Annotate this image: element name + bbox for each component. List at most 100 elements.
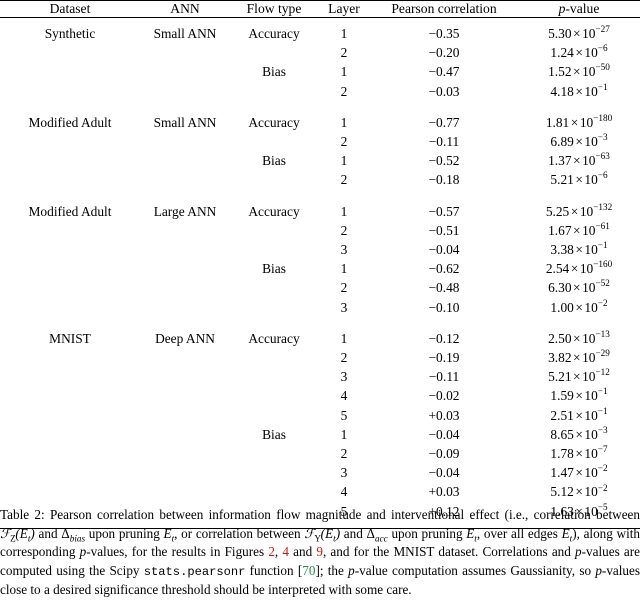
cell-p-value: 1.00 × 10−2 [550, 297, 608, 315]
table-row: Bias 1 −0.47 1.52 × 10−50 [0, 62, 640, 81]
cell-p-value: 1.24 × 10−6 [550, 43, 608, 61]
cell-correlation: −0.04 [428, 242, 460, 258]
cell-ann [140, 221, 230, 240]
figure-ref-2[interactable]: 2 [268, 544, 275, 559]
cell-layer: 1 [340, 203, 348, 219]
cell-layer: 2 [340, 350, 348, 366]
table-body: Synthetic Small ANN Accuracy 1 −0.35 5.30 × 10−… [0, 24, 640, 521]
cell-p-value: 1.78 × 10−7 [550, 444, 608, 462]
cell-p-value: 2.51 × 10−1 [550, 405, 608, 423]
cell-correlation: −0.03 [428, 83, 460, 99]
cell-ann [140, 278, 230, 297]
cell-ann [140, 348, 230, 367]
cell-layer: 3 [340, 369, 348, 385]
math-edge-symbol: Et [19, 525, 31, 544]
cell-dataset: Modified Adult [28, 114, 112, 130]
cell-ann [140, 386, 230, 405]
math-edge-symbol: Et [163, 525, 175, 544]
cell-dataset [0, 240, 140, 259]
cell-ann [140, 425, 230, 444]
cell-correlation: −0.19 [428, 350, 460, 366]
group-spacer [0, 317, 640, 329]
cell-p-value: 1.47 × 10−2 [550, 463, 608, 481]
cell-dataset [0, 259, 140, 278]
math-delta-symbol: Δbias [61, 525, 86, 544]
cell-correlation: −0.62 [428, 261, 460, 277]
cell-p-value: 3.82 × 10−29 [548, 348, 610, 366]
cell-flow-type [230, 367, 318, 386]
figure-ref-9[interactable]: 9 [316, 544, 323, 559]
cell-layer: 4 [340, 484, 348, 500]
col-header-flow-type: Flow type [246, 1, 302, 16]
cell-correlation: −0.09 [428, 446, 460, 462]
cell-ann [140, 482, 230, 501]
cell-correlation: −0.35 [428, 26, 460, 41]
figure-ref-4[interactable]: 4 [282, 544, 289, 559]
cell-ann [140, 62, 230, 81]
table-row: Synthetic Small ANN Accuracy 1 −0.35 5.30 × 10−… [0, 24, 640, 43]
cell-dataset [0, 444, 140, 463]
math-flow-symbol: ℱY [304, 525, 321, 544]
table-row: 3 −0.11 5.21 × 10−12 [0, 367, 640, 386]
math-edge-symbol: Et [325, 525, 336, 544]
cell-flow-type [230, 240, 318, 259]
results-table: Dataset ANN Flow type Layer Pearson corr… [0, 0, 640, 529]
table-row: 3 −0.04 3.38 × 10−1 [0, 240, 640, 259]
cell-flow-type [230, 348, 318, 367]
table-row: Modified Adult Small ANN Accuracy 1 −0.77 1.8… [0, 113, 640, 132]
table-row: Bias 1 −0.52 1.37 × 10−63 [0, 151, 640, 170]
cell-flow-type [230, 298, 318, 317]
math-flow-symbol: ℱZ [0, 525, 16, 544]
cell-dataset [0, 82, 140, 101]
cell-dataset [0, 221, 140, 240]
cell-layer: 3 [340, 465, 348, 481]
cell-correlation: −0.77 [428, 114, 460, 130]
cell-flow-type: Accuracy [248, 330, 300, 346]
cell-correlation: −0.18 [428, 172, 460, 188]
cell-layer: 2 [340, 446, 348, 462]
cell-flow-type [230, 170, 318, 189]
cell-dataset [0, 132, 140, 151]
table-row: 2 −0.19 3.82 × 10−29 [0, 348, 640, 367]
cell-layer: 2 [340, 83, 348, 99]
table-row: 3 −0.04 1.47 × 10−2 [0, 463, 640, 482]
cell-p-value: 5.30 × 10−27 [548, 24, 610, 41]
group-spacer [0, 101, 640, 113]
table-row: Modified Adult Large ANN Accuracy 1 −0.57 5.2… [0, 202, 640, 221]
col-header-pearson-correlation: Pearson correlation [391, 1, 497, 16]
cell-correlation: −0.52 [428, 153, 460, 169]
cell-correlation: −0.11 [428, 369, 460, 385]
cell-dataset [0, 151, 140, 170]
cell-flow-type [230, 444, 318, 463]
cell-correlation: −0.02 [428, 388, 460, 404]
cell-correlation: −0.11 [428, 134, 460, 150]
cell-dataset [0, 43, 140, 62]
cell-dataset [0, 298, 140, 317]
table-header-row: Dataset ANN Flow type Layer Pearson corr… [0, 1, 640, 18]
cell-ann [140, 170, 230, 189]
cell-ann [140, 151, 230, 170]
cell-layer: 5 [340, 407, 348, 423]
cell-p-value: 3.38 × 10−1 [550, 240, 608, 258]
cell-dataset [0, 482, 140, 501]
cell-layer: 3 [340, 242, 348, 258]
table-row: 3 −0.10 1.00 × 10−2 [0, 298, 640, 317]
cell-layer: 2 [340, 45, 348, 61]
cell-p-value: 5.21 × 10−12 [548, 367, 610, 385]
cell-dataset [0, 170, 140, 189]
cell-flow-type: Bias [262, 426, 286, 442]
cell-flow-type: Bias [262, 153, 286, 169]
cell-correlation: −0.47 [428, 64, 460, 80]
cell-ann [140, 406, 230, 425]
cell-flow-type [230, 82, 318, 101]
cell-flow-type [230, 278, 318, 297]
col-header-layer: Layer [328, 1, 360, 16]
math-edge-symbol: Et [561, 525, 573, 544]
cell-flow-type [230, 386, 318, 405]
bib-ref-70[interactable]: 70 [302, 563, 315, 578]
cell-p-value: 8.65 × 10−3 [550, 424, 608, 442]
cell-dataset [0, 62, 140, 81]
cell-ann [140, 82, 230, 101]
cell-correlation: −0.04 [428, 426, 460, 442]
cell-ann: Large ANN [153, 203, 217, 219]
